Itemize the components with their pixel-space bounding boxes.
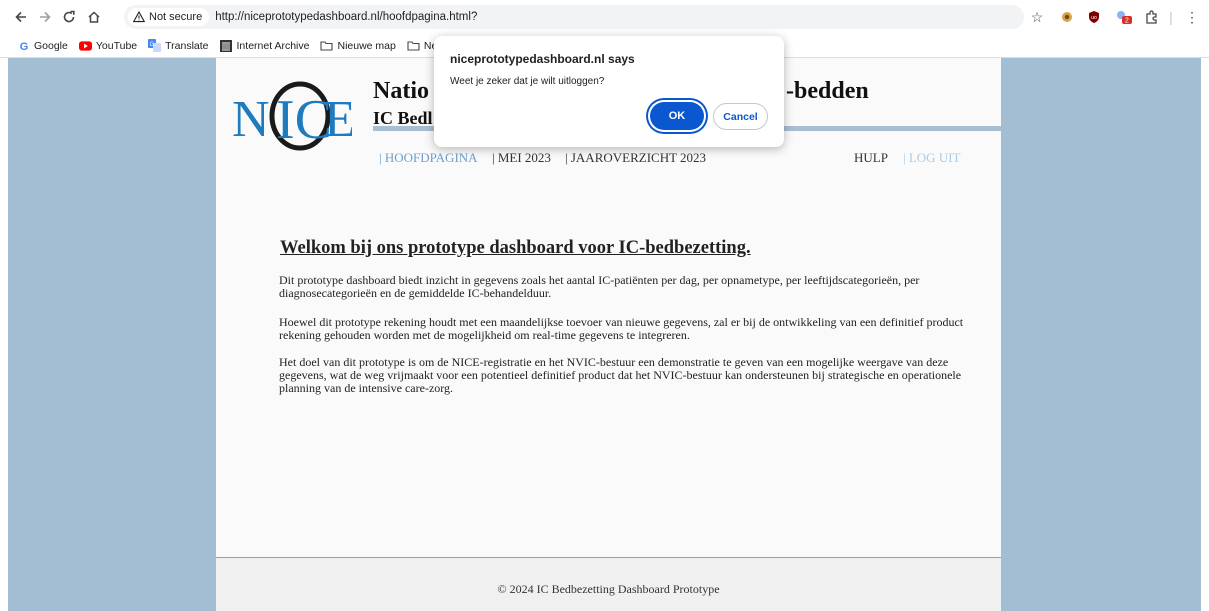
intro-paragraph-2: Hoewel dit prototype rekening houdt met … bbox=[279, 315, 964, 342]
site-title-right-part: -bedden bbox=[786, 78, 869, 104]
nav-link-jaaroverzicht-2023[interactable]: | JAAROVERZICHT 2023 bbox=[565, 150, 706, 166]
intro-paragraph-3: Het doel van dit prototype is om de NICE… bbox=[279, 355, 962, 395]
security-indicator[interactable]: Not secure bbox=[128, 8, 210, 26]
ok-button[interactable]: OK bbox=[650, 102, 704, 130]
footer-copyright: © 2024 IC Bedbezetting Dashboard Prototy… bbox=[497, 582, 720, 596]
bookmark-google[interactable]: G Google bbox=[17, 39, 68, 52]
viewport-right-edge bbox=[1201, 58, 1209, 611]
nav-link-hoofdpagina[interactable]: | HOOFDPAGINA bbox=[379, 150, 478, 166]
bookmark-star-icon[interactable]: ☆ bbox=[1028, 6, 1046, 28]
translate-icon: G bbox=[148, 39, 162, 52]
viewport-left-edge bbox=[0, 58, 8, 611]
svg-text:G: G bbox=[19, 41, 28, 52]
svg-text:E: E bbox=[324, 91, 352, 148]
cancel-button[interactable]: Cancel bbox=[713, 103, 768, 130]
toolbar-divider: | bbox=[1169, 9, 1173, 25]
security-label: Not secure bbox=[149, 11, 203, 23]
browser-toolbar: Not secure http://niceprototypedashboard… bbox=[0, 0, 1209, 34]
svg-text:G: G bbox=[150, 42, 155, 48]
nice-logo[interactable]: N IC E bbox=[230, 80, 352, 152]
menu-kebab-icon[interactable]: ⋮ bbox=[1185, 6, 1199, 28]
extensions-puzzle-icon[interactable] bbox=[1142, 6, 1162, 28]
forward-arrow-icon[interactable] bbox=[34, 6, 56, 28]
svg-text:N: N bbox=[232, 91, 270, 148]
home-icon[interactable] bbox=[83, 6, 105, 28]
url-text: http://niceprototypedashboard.nl/hoofdpa… bbox=[215, 11, 478, 23]
nav-link-mei-2023[interactable]: | MEI 2023 bbox=[492, 150, 551, 166]
archive-building-icon bbox=[220, 39, 233, 52]
ublock-shield-icon[interactable]: uo bbox=[1084, 6, 1104, 28]
youtube-icon bbox=[78, 39, 92, 52]
extension-icon-badge[interactable]: 2 bbox=[1112, 6, 1136, 28]
page-footer: © 2024 IC Bedbezetting Dashboard Prototy… bbox=[216, 557, 1001, 611]
folder-icon bbox=[407, 39, 420, 52]
extension-icon-1[interactable] bbox=[1057, 6, 1077, 28]
google-g-icon: G bbox=[17, 39, 30, 52]
warning-triangle-icon bbox=[133, 11, 145, 23]
extension-badge-count: 2 bbox=[1125, 18, 1129, 25]
intro-paragraph-1: Dit prototype dashboard biedt inzicht in… bbox=[279, 273, 920, 300]
bookmark-translate[interactable]: G Translate bbox=[148, 39, 209, 52]
nav-link-log-uit[interactable]: | LOG UIT bbox=[903, 150, 960, 166]
svg-text:uo: uo bbox=[1091, 15, 1097, 21]
folder-icon bbox=[320, 39, 334, 52]
bookmark-youtube[interactable]: YouTube bbox=[78, 39, 137, 52]
address-bar[interactable]: Not secure http://niceprototypedashboard… bbox=[124, 5, 1024, 29]
nav-link-hulp[interactable]: HULP bbox=[854, 150, 888, 166]
site-title-visible-part: Natio bbox=[373, 78, 429, 104]
dialog-message: Weet je zeker dat je wilt uitloggen? bbox=[450, 76, 605, 87]
dialog-title: niceprototypedashboard.nl says bbox=[450, 52, 635, 66]
welcome-heading: Welkom bij ons prototype dashboard voor … bbox=[280, 238, 751, 258]
back-arrow-icon[interactable] bbox=[10, 6, 32, 28]
reload-icon[interactable] bbox=[58, 6, 80, 28]
confirm-dialog: niceprototypedashboard.nl says Weet je z… bbox=[434, 36, 784, 147]
bookmark-internet-archive[interactable]: Internet Archive bbox=[220, 39, 309, 52]
bookmark-folder-nieuwe-map[interactable]: Nieuwe map bbox=[320, 39, 396, 52]
